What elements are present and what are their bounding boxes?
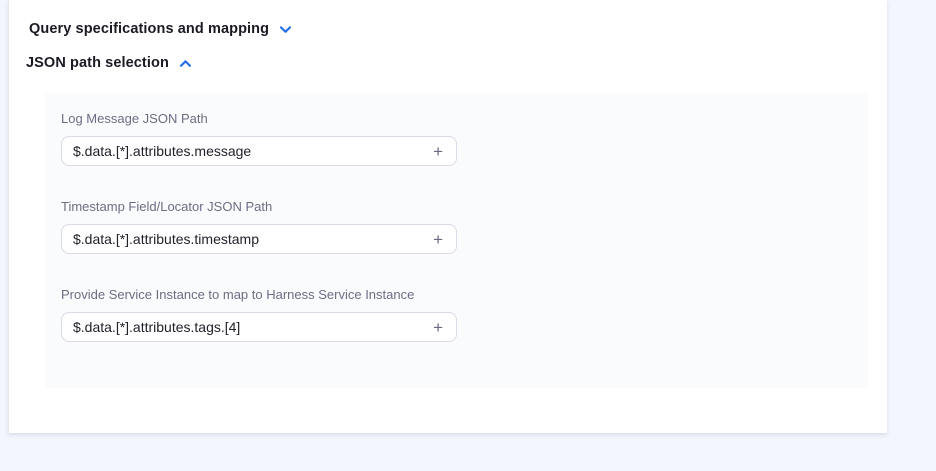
section-header-query-specifications[interactable]: Query specifications and mapping: [29, 21, 293, 37]
field-label: Log Message JSON Path: [61, 111, 852, 126]
section-header-json-path-selection[interactable]: JSON path selection: [26, 55, 193, 71]
field-label: Timestamp Field/Locator JSON Path: [61, 199, 852, 214]
section-title: JSON path selection: [26, 55, 169, 71]
plus-icon[interactable]: +: [433, 143, 443, 160]
field-service-instance-json-path: Provide Service Instance to map to Harne…: [61, 287, 852, 342]
field-label: Provide Service Instance to map to Harne…: [61, 287, 852, 302]
field-timestamp-json-path: Timestamp Field/Locator JSON Path $.data…: [61, 199, 852, 254]
input-value: $.data.[*].attributes.message: [73, 143, 251, 159]
plus-icon[interactable]: +: [433, 319, 443, 336]
json-path-selection-panel: Log Message JSON Path $.data.[*].attribu…: [45, 93, 868, 388]
chevron-up-icon[interactable]: [178, 56, 193, 71]
input-value: $.data.[*].attributes.tags.[4]: [73, 319, 240, 335]
plus-icon[interactable]: +: [433, 231, 443, 248]
log-message-json-path-input[interactable]: $.data.[*].attributes.message +: [61, 136, 457, 166]
section-title: Query specifications and mapping: [29, 21, 269, 37]
input-value: $.data.[*].attributes.timestamp: [73, 231, 259, 247]
chevron-down-icon[interactable]: [278, 22, 293, 37]
timestamp-json-path-input[interactable]: $.data.[*].attributes.timestamp +: [61, 224, 457, 254]
service-instance-json-path-input[interactable]: $.data.[*].attributes.tags.[4] +: [61, 312, 457, 342]
settings-card: Query specifications and mapping JSON pa…: [8, 0, 887, 433]
field-log-message-json-path: Log Message JSON Path $.data.[*].attribu…: [61, 111, 852, 166]
